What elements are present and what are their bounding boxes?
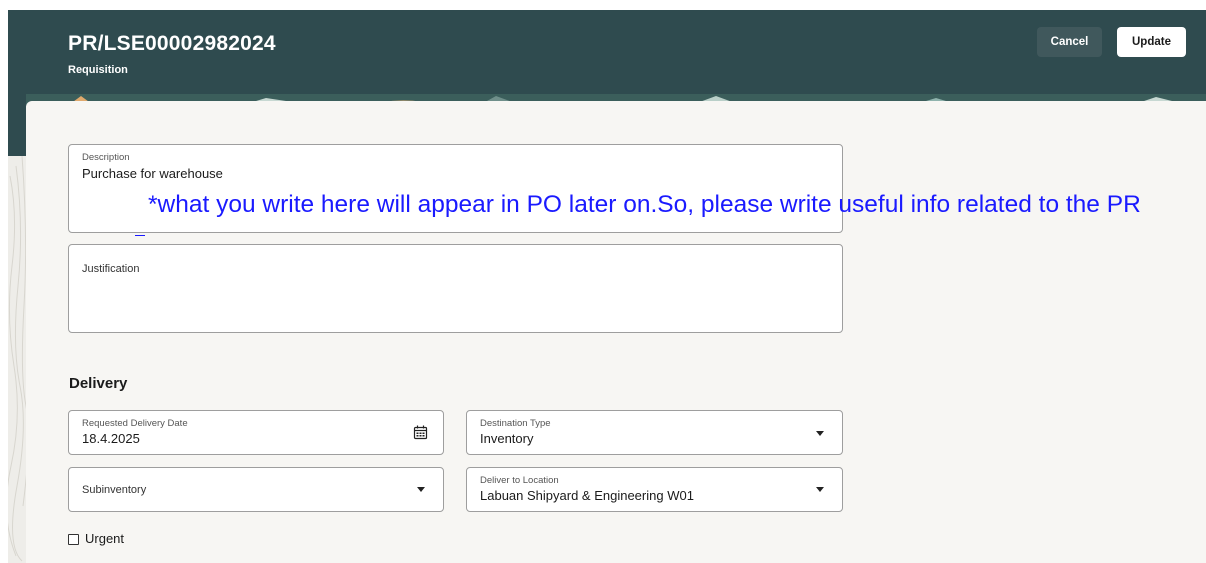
update-button[interactable]: Update (1117, 27, 1186, 57)
destination-type-label: Destination Type (480, 418, 551, 429)
justification-field[interactable]: Justification (68, 244, 843, 333)
requested-delivery-date-field[interactable]: Requested Delivery Date 18.4.2025 (68, 410, 444, 455)
subinventory-select[interactable]: Subinventory (68, 467, 444, 512)
urgent-label[interactable]: Urgent (85, 531, 124, 546)
destination-type-select[interactable]: Destination Type Inventory (466, 410, 843, 455)
subinventory-label: Subinventory (82, 484, 147, 496)
requested-delivery-date-value: 18.4.2025 (82, 431, 140, 446)
destination-type-value: Inventory (480, 431, 534, 446)
chevron-down-icon[interactable] (816, 487, 824, 492)
deliver-to-location-label: Deliver to Location (480, 475, 559, 486)
annotation-strike (135, 235, 145, 236)
justification-label: Justification (82, 263, 140, 275)
annotation-note: *what you write here will appear in PO l… (148, 191, 1141, 218)
page-header: PR/LSE00002982024 Requisition Cancel Upd… (8, 10, 1206, 94)
requested-delivery-date-label: Requested Delivery Date (82, 418, 188, 429)
description-value: Purchase for warehouse (82, 166, 223, 181)
page-title: PR/LSE00002982024 (68, 32, 276, 55)
deliver-to-location-value: Labuan Shipyard & Engineering W01 (480, 488, 694, 503)
chevron-down-icon[interactable] (417, 487, 425, 492)
left-decorative-strip (8, 156, 28, 563)
chevron-down-icon[interactable] (816, 431, 824, 436)
delivery-section-title: Delivery (69, 375, 128, 392)
calendar-icon[interactable] (413, 425, 428, 440)
cancel-button[interactable]: Cancel (1037, 27, 1102, 57)
deliver-to-location-select[interactable]: Deliver to Location Labuan Shipyard & En… (466, 467, 843, 512)
app-frame: PR/LSE00002982024 Requisition Cancel Upd… (0, 0, 1206, 563)
left-margin (0, 0, 8, 563)
description-label: Description (82, 152, 130, 163)
page-subtitle: Requisition (68, 64, 128, 76)
contour-pattern-icon (8, 156, 28, 562)
urgent-checkbox[interactable] (68, 534, 79, 545)
